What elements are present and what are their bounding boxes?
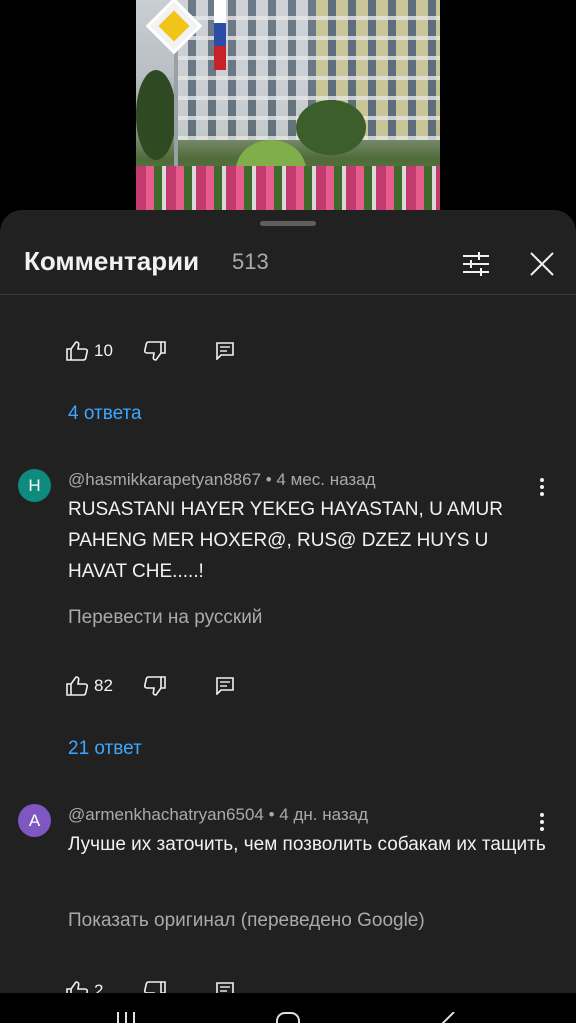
video-flag [214,0,226,70]
thumb-down-icon [144,676,166,696]
comment-actions: 82 [66,671,246,701]
video-tree [296,100,366,155]
like-button[interactable]: 82 [66,676,144,696]
recents-button[interactable] [116,1011,136,1023]
view-replies-link[interactable]: 4 ответа [68,403,142,425]
reply-icon [216,342,234,360]
comments-title: Комментарии [24,246,200,276]
close-icon [530,252,554,276]
avatar-letter: A [28,810,41,830]
video-flowerbed [136,166,440,212]
home-button[interactable] [276,1011,300,1023]
reply-icon [216,677,234,695]
avatar-letter: H [28,475,41,495]
back-icon [441,1011,455,1023]
filter-icon [463,252,489,276]
like-count: 82 [94,676,113,695]
view-replies-link[interactable]: 21 ответ [68,738,142,760]
translate-link[interactable]: Показать оригинал (переведено Google) [68,910,425,932]
video-player[interactable] [0,0,576,212]
comments-sheet: Комментарии 513 10 4 ответа H @hasmikkar… [0,210,576,1023]
thumb-up-icon [66,341,88,361]
close-button[interactable] [522,244,562,284]
system-nav-bar [0,993,576,1023]
comment-author-meta[interactable]: @hasmikkarapetyan8867 • 4 мес. назад [68,470,376,490]
comments-header: Комментарии 513 [0,232,576,295]
comment-text: Лучше их заточить, чем позволить собакам… [68,834,546,855]
dislike-button[interactable] [144,676,216,696]
reply-button[interactable] [216,342,246,360]
translate-link[interactable]: Перевести на русский [68,607,262,629]
dislike-button[interactable] [144,341,216,361]
drag-handle[interactable] [260,221,316,226]
like-count: 10 [94,341,113,360]
thumb-down-icon [144,341,166,361]
recents-icon [117,1012,135,1023]
avatar[interactable]: A [18,804,51,837]
video-tree [136,70,176,160]
comments-count: 513 [232,249,269,274]
home-icon [276,1012,300,1023]
like-button[interactable]: 10 [66,341,144,361]
comment-text: RUSASTANI HAYER YEKEG HAYASTAN, U AMUR P… [68,499,503,582]
video-frame[interactable] [136,0,440,212]
back-button[interactable] [440,1011,456,1023]
filter-button[interactable] [456,244,496,284]
avatar[interactable]: H [18,469,51,502]
reply-button[interactable] [216,677,246,695]
comment-author-meta[interactable]: @armenkhachatryan6504 • 4 дн. назад [68,805,368,825]
comment-actions: 10 [66,336,246,366]
thumb-up-icon [66,676,88,696]
